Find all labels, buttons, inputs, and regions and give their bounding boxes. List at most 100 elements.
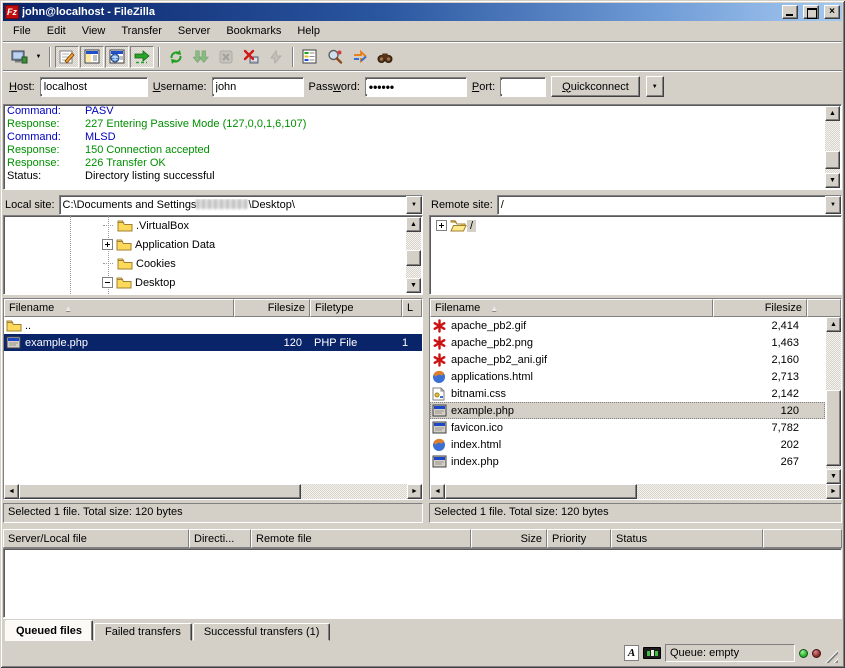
column-header-status[interactable]: Status — [611, 529, 763, 548]
collapse-icon[interactable] — [102, 277, 113, 288]
remote-site-combo[interactable]: / ▼ — [497, 195, 842, 215]
remote-directory-tree[interactable]: / — [429, 215, 842, 295]
resize-grip[interactable] — [825, 650, 838, 663]
expand-icon[interactable] — [102, 239, 113, 250]
log-scrollbar[interactable]: ▲ ▼ — [825, 106, 840, 188]
toggle-remote-tree-button[interactable] — [105, 46, 129, 68]
menu-bookmarks[interactable]: Bookmarks — [218, 23, 289, 39]
scroll-down-icon[interactable]: ▼ — [825, 173, 840, 188]
quickconnect-dropdown-button[interactable]: ▼ — [646, 76, 664, 97]
scroll-right-icon[interactable]: ► — [407, 484, 422, 499]
tree-item-desktop[interactable]: Desktop — [4, 273, 422, 292]
file-row[interactable]: index.php 267 — [430, 453, 825, 470]
file-row-parent-dir[interactable]: .. — [4, 317, 422, 334]
username-input[interactable] — [213, 80, 303, 94]
file-row[interactable]: apache_pb2.png 1,463 — [430, 334, 825, 351]
scrollbar-thumb[interactable] — [19, 484, 301, 499]
column-header-filesize[interactable]: Filesize — [713, 299, 807, 317]
column-header-filesize[interactable]: Filesize — [234, 299, 310, 317]
scrollbar-thumb[interactable] — [406, 250, 421, 266]
host-field[interactable] — [40, 77, 148, 97]
scroll-up-icon[interactable]: ▲ — [406, 217, 421, 232]
column-header-direction[interactable]: Directi... — [189, 529, 251, 548]
dropdown-icon[interactable]: ▼ — [825, 196, 841, 214]
file-row[interactable]: apache_pb2_ani.gif 2,160 — [430, 351, 825, 368]
scroll-right-icon[interactable]: ► — [826, 484, 841, 499]
column-header-last-modified[interactable]: L — [402, 299, 422, 317]
menu-file[interactable]: File — [5, 23, 39, 39]
menu-view[interactable]: View — [74, 23, 114, 39]
tree-item-cookies[interactable]: Cookies — [4, 254, 422, 273]
file-row[interactable]: bitnami.css 2,142 — [430, 385, 825, 402]
scroll-up-icon[interactable]: ▲ — [825, 106, 840, 121]
scroll-up-icon[interactable]: ▲ — [826, 317, 841, 332]
scrollbar-thumb[interactable] — [825, 151, 840, 169]
quickconnect-button[interactable]: Quickconnect — [551, 76, 640, 97]
username-field[interactable] — [212, 77, 304, 97]
column-header-size[interactable]: Size — [471, 529, 547, 548]
host-input[interactable] — [41, 80, 147, 94]
remote-list-scrollbar[interactable]: ▲ ▼ — [826, 317, 841, 484]
tree-item-root[interactable]: / — [430, 216, 841, 235]
scrollbar-thumb[interactable] — [826, 390, 841, 466]
column-header-filename[interactable]: Filename▲ — [430, 299, 713, 317]
cancel-button[interactable] — [214, 46, 238, 68]
column-header-server-local-file[interactable]: Server/Local file — [3, 529, 189, 548]
local-site-combo[interactable]: C:\Documents and Settings\Desktop\ ▼ — [59, 195, 423, 215]
synchronized-browsing-button[interactable] — [348, 46, 372, 68]
maximize-button[interactable] — [803, 5, 819, 19]
port-input[interactable] — [501, 80, 545, 94]
local-directory-tree[interactable]: .VirtualBox Application Data Cookies Des… — [3, 215, 423, 295]
close-button[interactable]: × — [824, 5, 840, 19]
column-header-priority[interactable]: Priority — [547, 529, 611, 548]
scrollbar-thumb[interactable] — [445, 484, 637, 499]
file-row[interactable]: applications.html 2,713 — [430, 368, 825, 385]
scroll-down-icon[interactable]: ▼ — [406, 278, 421, 293]
column-header-filename[interactable]: Filename▲ — [4, 299, 234, 317]
titlebar[interactable]: Fz john@localhost - FileZilla × — [3, 3, 842, 21]
local-list-body[interactable]: .. example.php 120 PHP File 1 — [4, 317, 422, 484]
password-input[interactable] — [366, 80, 466, 94]
process-queue-button[interactable] — [189, 46, 213, 68]
local-tree-scrollbar[interactable]: ▲ ▼ — [406, 217, 421, 293]
scroll-left-icon[interactable]: ◄ — [4, 484, 19, 499]
toggle-queue-button[interactable] — [130, 46, 154, 68]
refresh-button[interactable] — [164, 46, 188, 68]
dropdown-icon[interactable]: ▼ — [406, 196, 422, 214]
file-row[interactable]: favicon.ico 7,782 — [430, 419, 825, 436]
tree-item-virtualbox[interactable]: .VirtualBox — [4, 216, 422, 235]
tab-queued-files[interactable]: Queued files — [5, 620, 93, 641]
tree-item-application-data[interactable]: Application Data — [4, 235, 422, 254]
menu-server[interactable]: Server — [170, 23, 218, 39]
queue-list[interactable] — [3, 548, 842, 618]
file-row[interactable]: index.html 202 — [430, 436, 825, 453]
toggle-local-tree-button[interactable] — [80, 46, 104, 68]
column-header-filetype[interactable]: Filetype — [310, 299, 402, 317]
site-manager-dropdown-button[interactable]: ▼ — [32, 46, 45, 68]
remote-list-body[interactable]: apache_pb2.gif 2,414 apache_pb2.png 1,46… — [430, 317, 841, 484]
find-files-button[interactable] — [373, 46, 397, 68]
password-field[interactable] — [365, 77, 467, 97]
file-row[interactable]: apache_pb2.gif 2,414 — [430, 317, 825, 334]
file-row-example-php[interactable]: example.php 120 PHP File 1 — [4, 334, 422, 351]
expand-icon[interactable] — [436, 220, 447, 231]
scroll-down-icon[interactable]: ▼ — [826, 469, 841, 484]
site-manager-button[interactable] — [7, 46, 31, 68]
message-log[interactable]: Command:PASV Response:227 Entering Passi… — [3, 104, 842, 190]
file-row-selected[interactable]: example.php 120 — [430, 402, 825, 419]
menu-help[interactable]: Help — [289, 23, 328, 39]
column-header-remote-file[interactable]: Remote file — [251, 529, 471, 548]
remote-hscrollbar[interactable]: ◄ ► — [430, 484, 841, 499]
port-field[interactable] — [500, 77, 546, 97]
scroll-left-icon[interactable]: ◄ — [430, 484, 445, 499]
disconnect-button[interactable] — [239, 46, 263, 68]
minimize-button[interactable] — [782, 5, 798, 19]
local-hscrollbar[interactable]: ◄ ► — [4, 484, 422, 499]
tab-successful-transfers[interactable]: Successful transfers (1) — [193, 623, 331, 641]
tab-failed-transfers[interactable]: Failed transfers — [94, 623, 192, 641]
menu-transfer[interactable]: Transfer — [113, 23, 170, 39]
toggle-message-log-button[interactable] — [55, 46, 79, 68]
filter-button[interactable] — [298, 46, 322, 68]
directory-comparison-button[interactable] — [323, 46, 347, 68]
menu-edit[interactable]: Edit — [39, 23, 74, 39]
